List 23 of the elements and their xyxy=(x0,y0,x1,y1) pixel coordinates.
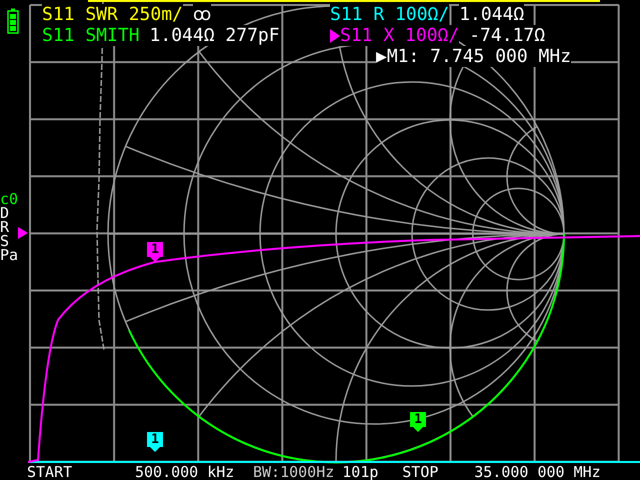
stop-frequency: 35.000 000 MHz xyxy=(474,464,601,480)
trace-label[interactable]: S11 X 100Ω/ xyxy=(340,25,460,46)
start-label: START xyxy=(27,464,74,480)
trace-value: 1.044Ω 277pF xyxy=(150,25,280,46)
side-label: c0 xyxy=(0,192,18,206)
bandwidth: BW:1000Hz xyxy=(253,464,334,480)
pointer-icon xyxy=(413,427,423,432)
trace-label[interactable]: S11 SWR 250m/ xyxy=(42,4,183,25)
side-label: R xyxy=(0,220,10,234)
trace-value: -74.17Ω xyxy=(469,25,546,46)
trace-label[interactable]: S11 R 100Ω/ xyxy=(330,4,450,25)
pointer-icon xyxy=(150,257,160,262)
trace-value: ꝏ xyxy=(192,4,211,25)
stop-label: STOP xyxy=(402,464,440,480)
pointer-icon xyxy=(150,447,160,452)
marker-readout: ▶M1: 7.745 000 MHz xyxy=(376,46,572,67)
points-count: 101p xyxy=(342,464,380,480)
side-label: Pa xyxy=(0,248,18,262)
side-label: D xyxy=(0,206,10,220)
start-frequency: 500.000 kHz xyxy=(135,464,236,480)
reference-icon xyxy=(18,227,28,239)
battery-icon xyxy=(7,8,19,34)
side-label: S xyxy=(0,234,10,248)
